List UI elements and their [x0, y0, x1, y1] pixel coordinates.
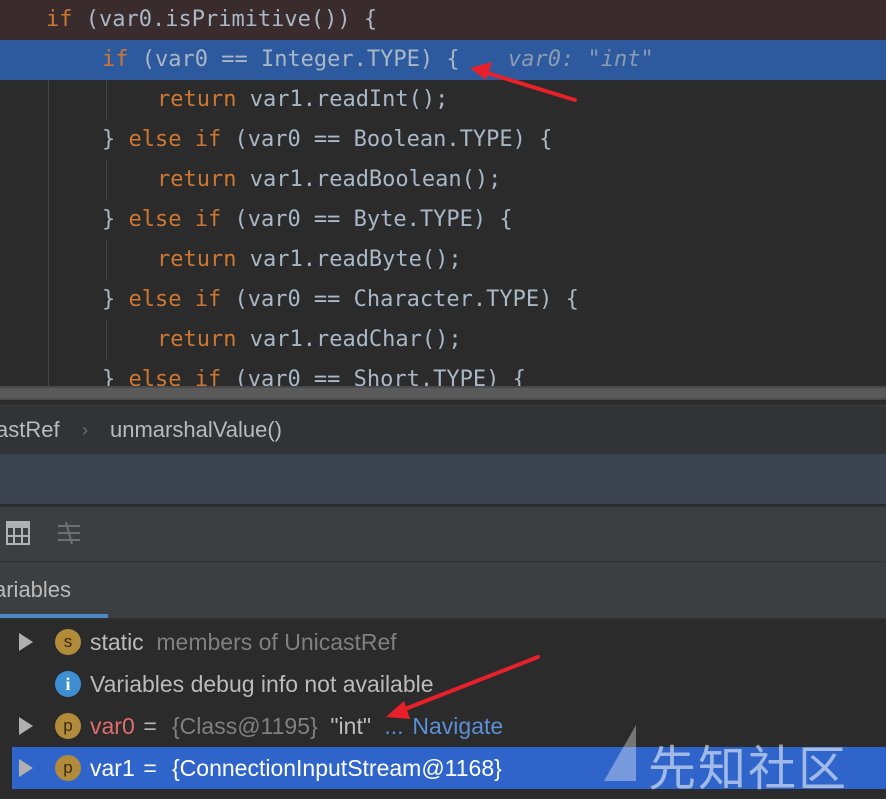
red-arrow-annotation [470, 62, 577, 102]
watermark-logo-icon [604, 725, 636, 781]
debug-frames-header [0, 454, 886, 504]
debug-tab-bar: ariables [0, 562, 886, 619]
breadcrumb-separator-icon: › [82, 420, 88, 440]
breadcrumb-class[interactable]: astRef [0, 406, 60, 454]
breadcrumb: astRef › unmarshalValue() [0, 405, 886, 454]
watermark: 先知社区 [648, 741, 849, 797]
debug-toolbar [0, 506, 886, 562]
code-editor[interactable]: if (var0.isPrimitive()) { if (var0 == In… [0, 0, 886, 400]
breadcrumb-method[interactable]: unmarshalValue() [110, 406, 282, 454]
table-icon[interactable] [6, 521, 30, 545]
tab-active-indicator [0, 614, 108, 618]
tab-variables[interactable]: ariables [0, 562, 108, 618]
variables-tree[interactable]: s static members of UnicastRef i Variabl… [0, 619, 886, 797]
tab-variables-label: ariables [0, 577, 72, 602]
settings-list-icon[interactable] [56, 521, 82, 545]
